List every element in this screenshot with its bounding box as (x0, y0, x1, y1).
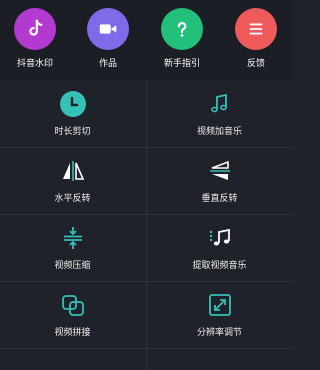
tiktok-icon (14, 8, 56, 50)
tool-extract-music[interactable]: 提取视频音乐 (147, 214, 292, 281)
tool-label: 时长剪切 (54, 127, 91, 137)
clock-icon (59, 90, 87, 118)
tool-add-music[interactable]: 视频加音乐 (147, 80, 292, 147)
music-extract-icon (206, 224, 234, 252)
merge-icon (59, 291, 87, 319)
flip-vertical-icon (206, 157, 234, 185)
tool-duration-cut[interactable]: 时长剪切 (0, 80, 145, 147)
tool-video-merge[interactable]: 视频拼接 (0, 281, 145, 348)
music-note-icon (206, 90, 234, 118)
tool-label: 水平反转 (54, 194, 91, 204)
tool-video-compress[interactable]: 视频压缩 (0, 214, 145, 281)
flip-horizontal-icon (59, 157, 87, 185)
nav-label: 抖音水印 (16, 59, 53, 69)
nav-label: 作品 (98, 59, 117, 69)
tool-label: 视频拼接 (54, 328, 91, 338)
tool-label: 视频加音乐 (196, 127, 242, 137)
tool-label: 垂直反转 (201, 194, 238, 204)
nav-label: 反馈 (246, 59, 265, 69)
nav-item-feedback[interactable]: 反馈 (226, 8, 286, 69)
question-icon (161, 8, 203, 50)
top-nav-bar: 抖音水印 作品 新手指引 反馈 (0, 0, 293, 80)
resolution-icon (206, 291, 234, 319)
tool-label: 分辨率调节 (196, 328, 242, 338)
nav-item-guide[interactable]: 新手指引 (152, 8, 212, 69)
tool-flip-horizontal[interactable]: 水平反转 (0, 147, 145, 214)
nav-item-tiktok-watermark[interactable]: 抖音水印 (5, 8, 65, 69)
compress-icon (59, 224, 87, 252)
nav-item-works[interactable]: 作品 (78, 8, 138, 69)
tool-label: 提取视频音乐 (192, 261, 247, 271)
video-camera-icon (87, 8, 129, 50)
tool-label: 视频压缩 (54, 261, 91, 271)
menu-icon (235, 8, 277, 50)
tool-resolution-adjust[interactable]: 分辨率调节 (147, 281, 292, 348)
tool-flip-vertical[interactable]: 垂直反转 (147, 147, 292, 214)
nav-label: 新手指引 (163, 59, 200, 69)
